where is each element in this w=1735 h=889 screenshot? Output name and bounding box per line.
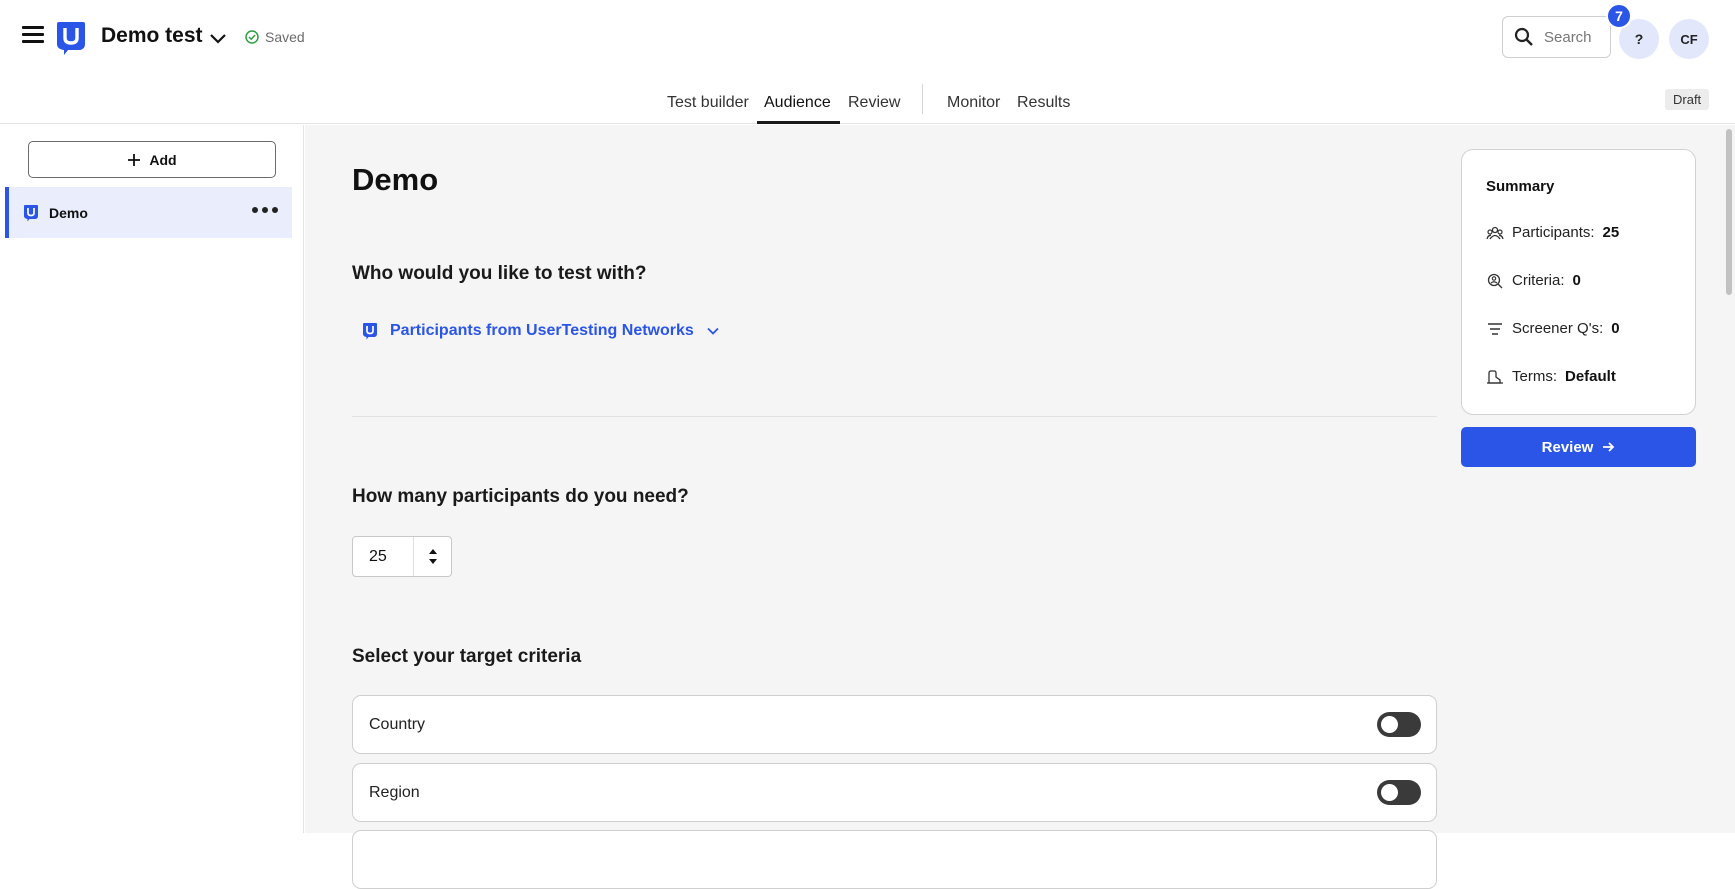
top-bar: Demo test Saved Search ? 7 CF Test build… xyxy=(0,0,1735,124)
tab-divider xyxy=(922,84,923,114)
sidebar-item-demo[interactable]: Demo xyxy=(5,187,292,238)
test-title: Demo test xyxy=(101,24,203,47)
active-tab-indicator xyxy=(757,121,840,124)
audience-source-label: Participants from UserTesting Networks xyxy=(390,322,694,339)
tab-results[interactable]: Results xyxy=(1017,94,1070,112)
summary-title: Summary xyxy=(1486,178,1555,195)
summary-screener: Screener Q's: 0 xyxy=(1486,320,1620,337)
save-status: Saved xyxy=(245,29,305,45)
search-placeholder: Search xyxy=(1544,28,1592,46)
participants-count[interactable]: 25 xyxy=(353,537,413,576)
criteria-row-partial xyxy=(352,830,1437,889)
usertesting-logo[interactable] xyxy=(55,20,87,56)
sidebar-item-label: Demo xyxy=(49,204,88,221)
tab-review[interactable]: Review xyxy=(848,94,900,112)
criteria-label: Region xyxy=(369,783,420,801)
summary-participants: Participants: 25 xyxy=(1486,224,1619,241)
terms-icon xyxy=(1487,369,1503,384)
tab-test-builder[interactable]: Test builder xyxy=(667,94,749,112)
save-status-label: Saved xyxy=(265,29,305,45)
criteria-heading: Select your target criteria xyxy=(352,646,582,667)
status-badge: Draft xyxy=(1665,89,1710,110)
menu-icon[interactable] xyxy=(22,26,44,46)
summary-screener-label: Screener Q's: xyxy=(1512,320,1604,337)
summary-participants-value: 25 xyxy=(1602,224,1620,241)
add-button-label: Add xyxy=(149,151,177,168)
chevron-down-icon xyxy=(707,327,719,335)
arrow-right-icon xyxy=(1603,442,1615,452)
check-circle-icon xyxy=(245,30,259,44)
page-title: Demo xyxy=(352,162,439,197)
more-options-icon[interactable] xyxy=(250,201,280,219)
sidebar: Add Demo xyxy=(0,125,304,833)
section-divider xyxy=(352,416,1437,417)
review-button[interactable]: Review xyxy=(1461,427,1696,467)
caret-down-icon[interactable] xyxy=(428,558,438,565)
scrollbar-thumb[interactable] xyxy=(1726,129,1732,295)
participants-question: How many participants do you need? xyxy=(352,486,689,507)
summary-criteria-label: Criteria: xyxy=(1512,272,1565,289)
tab-audience[interactable]: Audience xyxy=(764,94,831,112)
audience-source-dropdown[interactable]: Participants from UserTesting Networks xyxy=(362,322,720,340)
plus-icon xyxy=(128,153,141,166)
usertesting-icon xyxy=(363,323,377,340)
tab-monitor[interactable]: Monitor xyxy=(947,94,1000,112)
summary-criteria-value: 0 xyxy=(1572,272,1581,289)
participants-stepper[interactable]: 25 xyxy=(352,536,452,577)
screener-icon xyxy=(1488,322,1502,335)
criteria-label: Country xyxy=(369,715,426,733)
search-input[interactable]: Search xyxy=(1502,16,1611,58)
search-icon xyxy=(1514,27,1533,46)
avatar[interactable]: CF xyxy=(1669,19,1709,59)
stepper-arrows[interactable] xyxy=(413,537,451,576)
notification-badge[interactable]: 7 xyxy=(1606,3,1632,29)
summary-terms-label: Terms: xyxy=(1512,368,1557,385)
summary-screener-value: 0 xyxy=(1611,320,1620,337)
country-toggle[interactable] xyxy=(1377,712,1421,737)
add-button[interactable]: Add xyxy=(28,141,276,178)
criteria-icon xyxy=(1487,273,1503,288)
summary-card: Summary Participants: 25 Criteria: 0 Scr… xyxy=(1461,149,1696,415)
participants-icon xyxy=(1486,226,1504,239)
summary-criteria: Criteria: 0 xyxy=(1486,272,1581,289)
summary-terms: Terms: Default xyxy=(1486,368,1616,385)
usertesting-icon xyxy=(24,204,38,221)
criteria-row-country: Country xyxy=(352,695,1437,754)
scrollbar[interactable] xyxy=(1723,125,1735,833)
region-toggle[interactable] xyxy=(1377,780,1421,805)
summary-terms-value: Default xyxy=(1565,368,1616,385)
chevron-down-icon[interactable] xyxy=(208,28,228,48)
caret-up-icon[interactable] xyxy=(428,548,438,555)
audience-question: Who would you like to test with? xyxy=(352,263,647,284)
tab-bar: Test builder Audience Review Monitor Res… xyxy=(0,84,1735,124)
summary-participants-label: Participants: xyxy=(1512,224,1595,241)
criteria-row-region: Region xyxy=(352,763,1437,822)
review-button-label: Review xyxy=(1541,438,1594,456)
